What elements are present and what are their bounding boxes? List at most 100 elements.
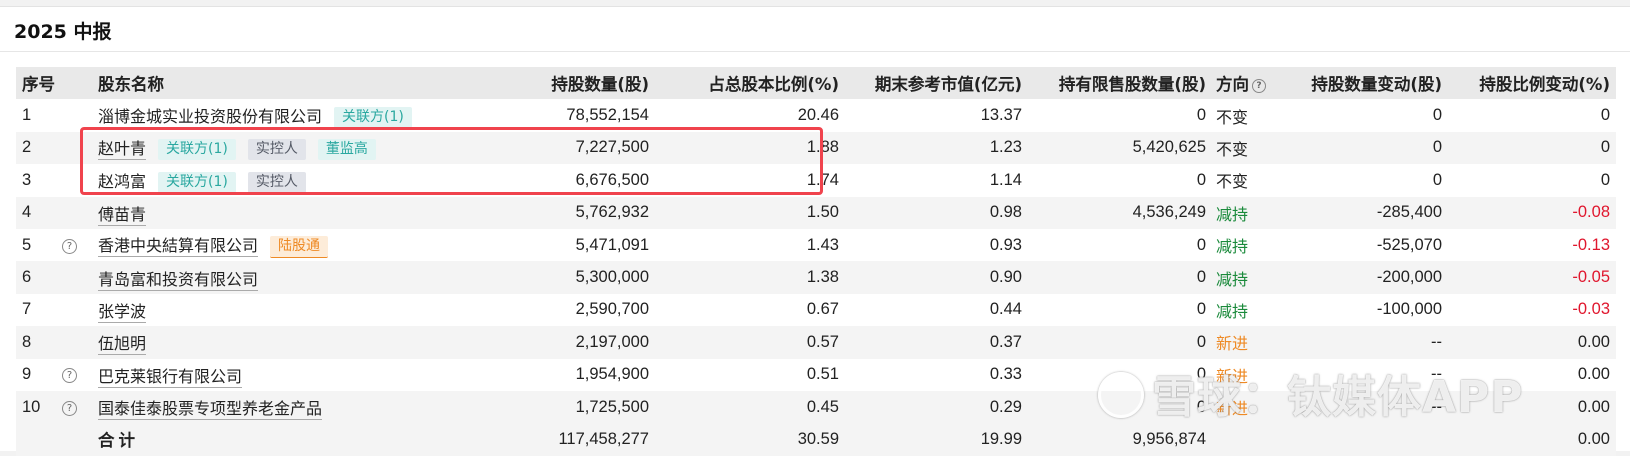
restricted-value: 0 [1196, 268, 1206, 287]
holder-name-link[interactable]: 淄博金城实业投资股份有限公司 [98, 107, 323, 129]
row-help-cell [62, 99, 98, 131]
header-pct-change[interactable]: 持股比例变动(%) [1442, 67, 1616, 99]
market-value: 0.93 [989, 235, 1022, 254]
header-shares[interactable]: 持股数量(股) [463, 67, 649, 99]
holder-name-link[interactable]: 赵鸿富 [98, 171, 147, 193]
share-change-value: -525,070 [1376, 235, 1442, 254]
holder-name-cell: 国泰佳泰股票专项型养老金产品 [98, 391, 463, 423]
market-value: 1.23 [989, 138, 1022, 157]
shares-value: 6,676,500 [575, 170, 649, 189]
header-pct[interactable]: 占总股本比例(%) [649, 67, 839, 99]
pct-change-value: 0 [1600, 106, 1610, 125]
shares-value: 1,954,900 [575, 365, 649, 384]
pct-value: 1.88 [806, 138, 839, 157]
direction-value: 不变 [1216, 107, 1249, 127]
holder-tag[interactable]: 陆股通 [270, 235, 329, 258]
row-help-cell [62, 261, 98, 293]
direction-value: 新进 [1216, 366, 1249, 386]
table-row: 4 傅苗青 5,762,932 1.50 0.98 4,536,249 减持 -285,400… [16, 196, 1616, 229]
row-index: 6 [22, 268, 32, 287]
market-value: 13.37 [980, 106, 1022, 125]
pct-change-value: 0.00 [1577, 365, 1610, 384]
direction-value: 减持 [1216, 269, 1249, 289]
table-row: 6 青岛富和投资有限公司 5,300,000 1.38 0.90 0 减持 -200,000 -… [16, 261, 1616, 294]
pct-change-value: -0.05 [1572, 268, 1610, 287]
pct-value: 1.43 [806, 235, 839, 254]
header-market-value[interactable]: 期末参考市值(亿元) [839, 67, 1022, 99]
market-value: 0.37 [989, 332, 1022, 351]
row-help-cell: ? [62, 359, 98, 391]
header-restricted[interactable]: 持有限售股数量(股) [1022, 67, 1206, 99]
shares-value: 5,300,000 [575, 268, 649, 287]
holder-name-link[interactable]: 香港中央結算有限公司 [98, 236, 259, 258]
total-market-value: 19.99 [980, 429, 1022, 448]
row-index: 4 [22, 203, 32, 222]
restricted-value: 0 [1196, 300, 1206, 319]
table-row: 7 张学波 2,590,700 0.67 0.44 0 减持 -100,000 -0.03 [16, 293, 1616, 327]
table-header-row: 序号 股东名称 持股数量(股) 占总股本比例(%) 期末参考市值(亿元) 持有限… [16, 67, 1616, 100]
holder-name-cell: 伍旭明 [98, 326, 463, 358]
row-help-cell [62, 197, 98, 229]
market-value: 0.33 [989, 365, 1022, 384]
share-change-value: 0 [1432, 170, 1442, 189]
holder-name-cell: 淄博金城实业投资股份有限公司 关联方(1) [98, 99, 463, 131]
help-icon[interactable]: ? [62, 238, 77, 254]
holder-tag[interactable]: 关联方(1) [158, 171, 236, 193]
holder-name-cell: 赵鸿富 关联方(1) 实控人 [98, 164, 463, 196]
row-index: 9 [22, 365, 32, 384]
pct-value: 0.51 [806, 365, 839, 384]
row-index: 3 [22, 170, 32, 189]
shares-value: 78,552,154 [566, 106, 649, 125]
holder-tag[interactable]: 董监高 [317, 139, 376, 161]
pct-change-value: 0.00 [1577, 397, 1610, 416]
holder-name-cell: 傅苗青 [98, 197, 463, 229]
holder-name-link[interactable]: 青岛富和投资有限公司 [98, 269, 259, 291]
total-pct: 30.59 [797, 429, 839, 448]
holder-tag[interactable]: 实控人 [247, 171, 306, 193]
holder-name-link[interactable]: 赵叶青 [98, 139, 147, 161]
total-restricted: 9,956,874 [1132, 429, 1206, 448]
holder-name-cell: 张学波 [98, 294, 463, 326]
table-body: 1 淄博金城实业投资股份有限公司 关联方(1) 78,552,154 20.46 13.3… [16, 99, 1616, 424]
help-icon[interactable]: ? [62, 400, 77, 416]
total-row: 合计 117,458,277 30.59 19.99 9,956,874 0.0… [16, 423, 1616, 456]
shares-value: 5,471,091 [575, 235, 649, 254]
holder-name-cell: 青岛富和投资有限公司 [98, 261, 463, 293]
shares-value: 5,762,932 [575, 203, 649, 222]
direction-value: 不变 [1216, 172, 1249, 192]
restricted-value: 0 [1196, 106, 1206, 125]
holder-tag[interactable]: 关联方(1) [158, 139, 236, 161]
header-direction: 方向? [1206, 67, 1300, 99]
holder-name-link[interactable]: 国泰佳泰股票专项型养老金产品 [98, 399, 323, 421]
pct-change-value: -0.08 [1572, 203, 1610, 222]
holder-name-link[interactable]: 伍旭明 [98, 334, 147, 356]
row-index: 7 [22, 300, 32, 319]
holder-name-link[interactable]: 巴克莱银行有限公司 [98, 366, 243, 388]
pct-change-value: 0 [1600, 138, 1610, 157]
row-index: 8 [22, 332, 32, 351]
direction-value: 减持 [1216, 237, 1249, 257]
pct-value: 1.38 [806, 268, 839, 287]
row-help-cell [62, 294, 98, 326]
share-change-value: -- [1431, 397, 1442, 416]
pct-value: 0.67 [806, 300, 839, 319]
holder-name-link[interactable]: 张学波 [98, 301, 147, 323]
help-icon[interactable]: ? [62, 368, 77, 384]
pct-change-value: -0.13 [1572, 235, 1610, 254]
holder-tag[interactable]: 实控人 [247, 139, 306, 161]
shares-value: 7,227,500 [575, 138, 649, 157]
restricted-value: 0 [1196, 397, 1206, 416]
row-index: 2 [22, 138, 32, 157]
share-change-value: 0 [1432, 106, 1442, 125]
market-value: 0.90 [989, 268, 1022, 287]
table-row: 2 赵叶青 关联方(1) 实控人 董监高 7,227,500 1.88 1.23 5,420,6… [16, 131, 1616, 165]
pct-change-value: -0.03 [1572, 300, 1610, 319]
header-share-change[interactable]: 持股数量变动(股) [1300, 67, 1442, 99]
holders-panel: 2025 中报 序号 股东名称 持股数量(股) 占总股本比例(%) 期末参考市值… [0, 6, 1630, 456]
holder-tag[interactable]: 关联方(1) [334, 107, 412, 129]
help-icon[interactable]: ? [1252, 78, 1266, 93]
total-shares: 117,458,277 [558, 429, 649, 448]
holder-name-link[interactable]: 傅苗青 [98, 204, 147, 226]
restricted-value: 5,420,625 [1132, 138, 1206, 157]
title-divider [0, 51, 1630, 52]
